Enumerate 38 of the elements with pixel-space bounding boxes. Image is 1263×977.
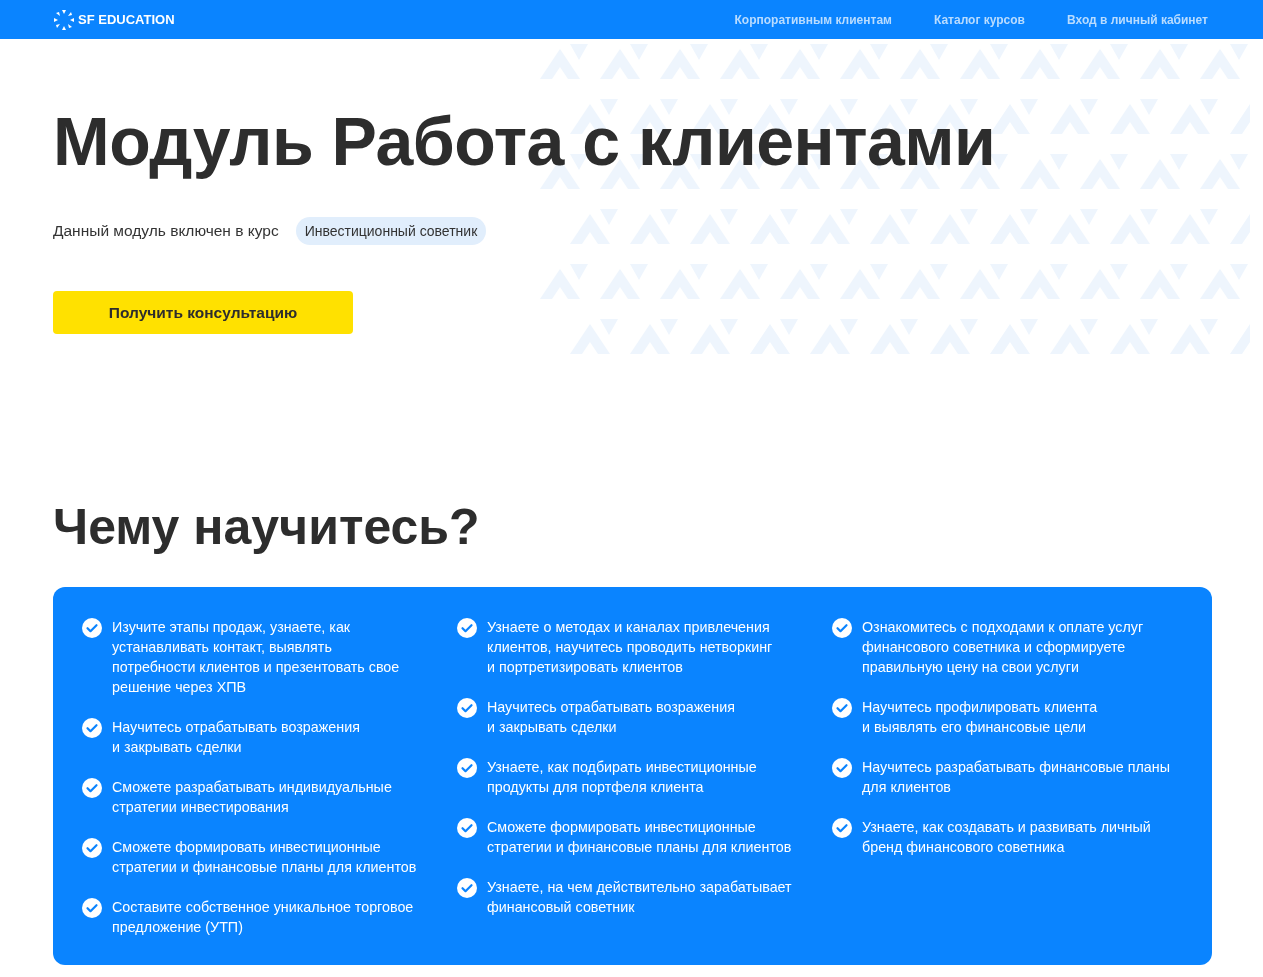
check-icon bbox=[457, 818, 477, 838]
outcome-text: Составите собственное уникальное торговое предложение (УТП) bbox=[112, 898, 414, 937]
outcome-text: Научитесь отрабатывать возражения и закрывать сделки bbox=[112, 718, 360, 757]
course-note: Данный модуль включен в курс bbox=[53, 222, 279, 240]
nav-link[interactable]: Корпоративным клиентам bbox=[734, 12, 892, 27]
check-icon bbox=[82, 618, 102, 638]
check-icon bbox=[82, 778, 102, 798]
outcome-text: Сможете формировать инвестиционные стратегии и финансовые планы для клиентов bbox=[487, 818, 792, 857]
outcome-text: Научитесь отрабатывать возражения и закрывать сделки bbox=[487, 698, 735, 737]
check-icon bbox=[82, 838, 102, 858]
check-icon bbox=[457, 618, 477, 638]
outcome-text: Научитесь профилировать клиента и выявлять его финансовые цели bbox=[862, 698, 1098, 737]
check-icon bbox=[457, 758, 477, 778]
check-icon bbox=[457, 698, 477, 718]
outcome-text: Научитесь разрабатывать финансовые планы для клиентов bbox=[862, 758, 1170, 797]
check-icon bbox=[82, 898, 102, 918]
nav-link[interactable]: Каталог курсов bbox=[933, 12, 1025, 27]
check-icon bbox=[82, 718, 102, 738]
check-icon bbox=[457, 878, 477, 898]
outcome-text: Сможете формировать инвестиционные стратегии и финансовые планы для клиентов bbox=[112, 838, 417, 877]
section-title: Чему научитесь? bbox=[53, 498, 481, 557]
page-title: Модуль Работа с клиентами bbox=[53, 102, 997, 179]
outcome-text: Узнаете, на чем действительно зарабатывает финансовый советник bbox=[487, 878, 792, 917]
consultation-button[interactable]: Получить консультацию bbox=[53, 291, 353, 334]
check-icon bbox=[832, 618, 852, 638]
course-tag[interactable]: Инвестиционный советник bbox=[295, 217, 487, 245]
outcome-text: Узнаете, как создавать и развивать личный бренд финансового советника bbox=[862, 818, 1151, 857]
check-icon bbox=[832, 818, 852, 838]
check-icon bbox=[832, 698, 852, 718]
check-icon bbox=[832, 758, 852, 778]
outcome-text: Изучите этапы продаж, узнаете, как устанавливать контакт, выявлять потребности клиентов и презентовать свое решение через ХПВ bbox=[112, 618, 400, 697]
logo-text[interactable]: SF EDUCATION bbox=[78, 12, 175, 27]
outcome-text: Ознакомитесь с подходами к оплате услуг финансового советника и сформируете правильную цену на свои услуги bbox=[862, 618, 1144, 677]
nav-link[interactable]: Вход в личный кабинет bbox=[1067, 12, 1208, 27]
outcome-text: Сможете разрабатывать индивидуальные стратегии инвестирования bbox=[112, 778, 392, 817]
outcome-text: Узнаете о методах и каналах привлечения клиентов, научитесь проводить нетворкинг и портретизировать клиентов bbox=[487, 618, 773, 677]
logo-icon bbox=[53, 8, 75, 31]
outcome-text: Узнаете, как подбирать инвестиционные продукты для портфеля клиента bbox=[487, 758, 757, 797]
